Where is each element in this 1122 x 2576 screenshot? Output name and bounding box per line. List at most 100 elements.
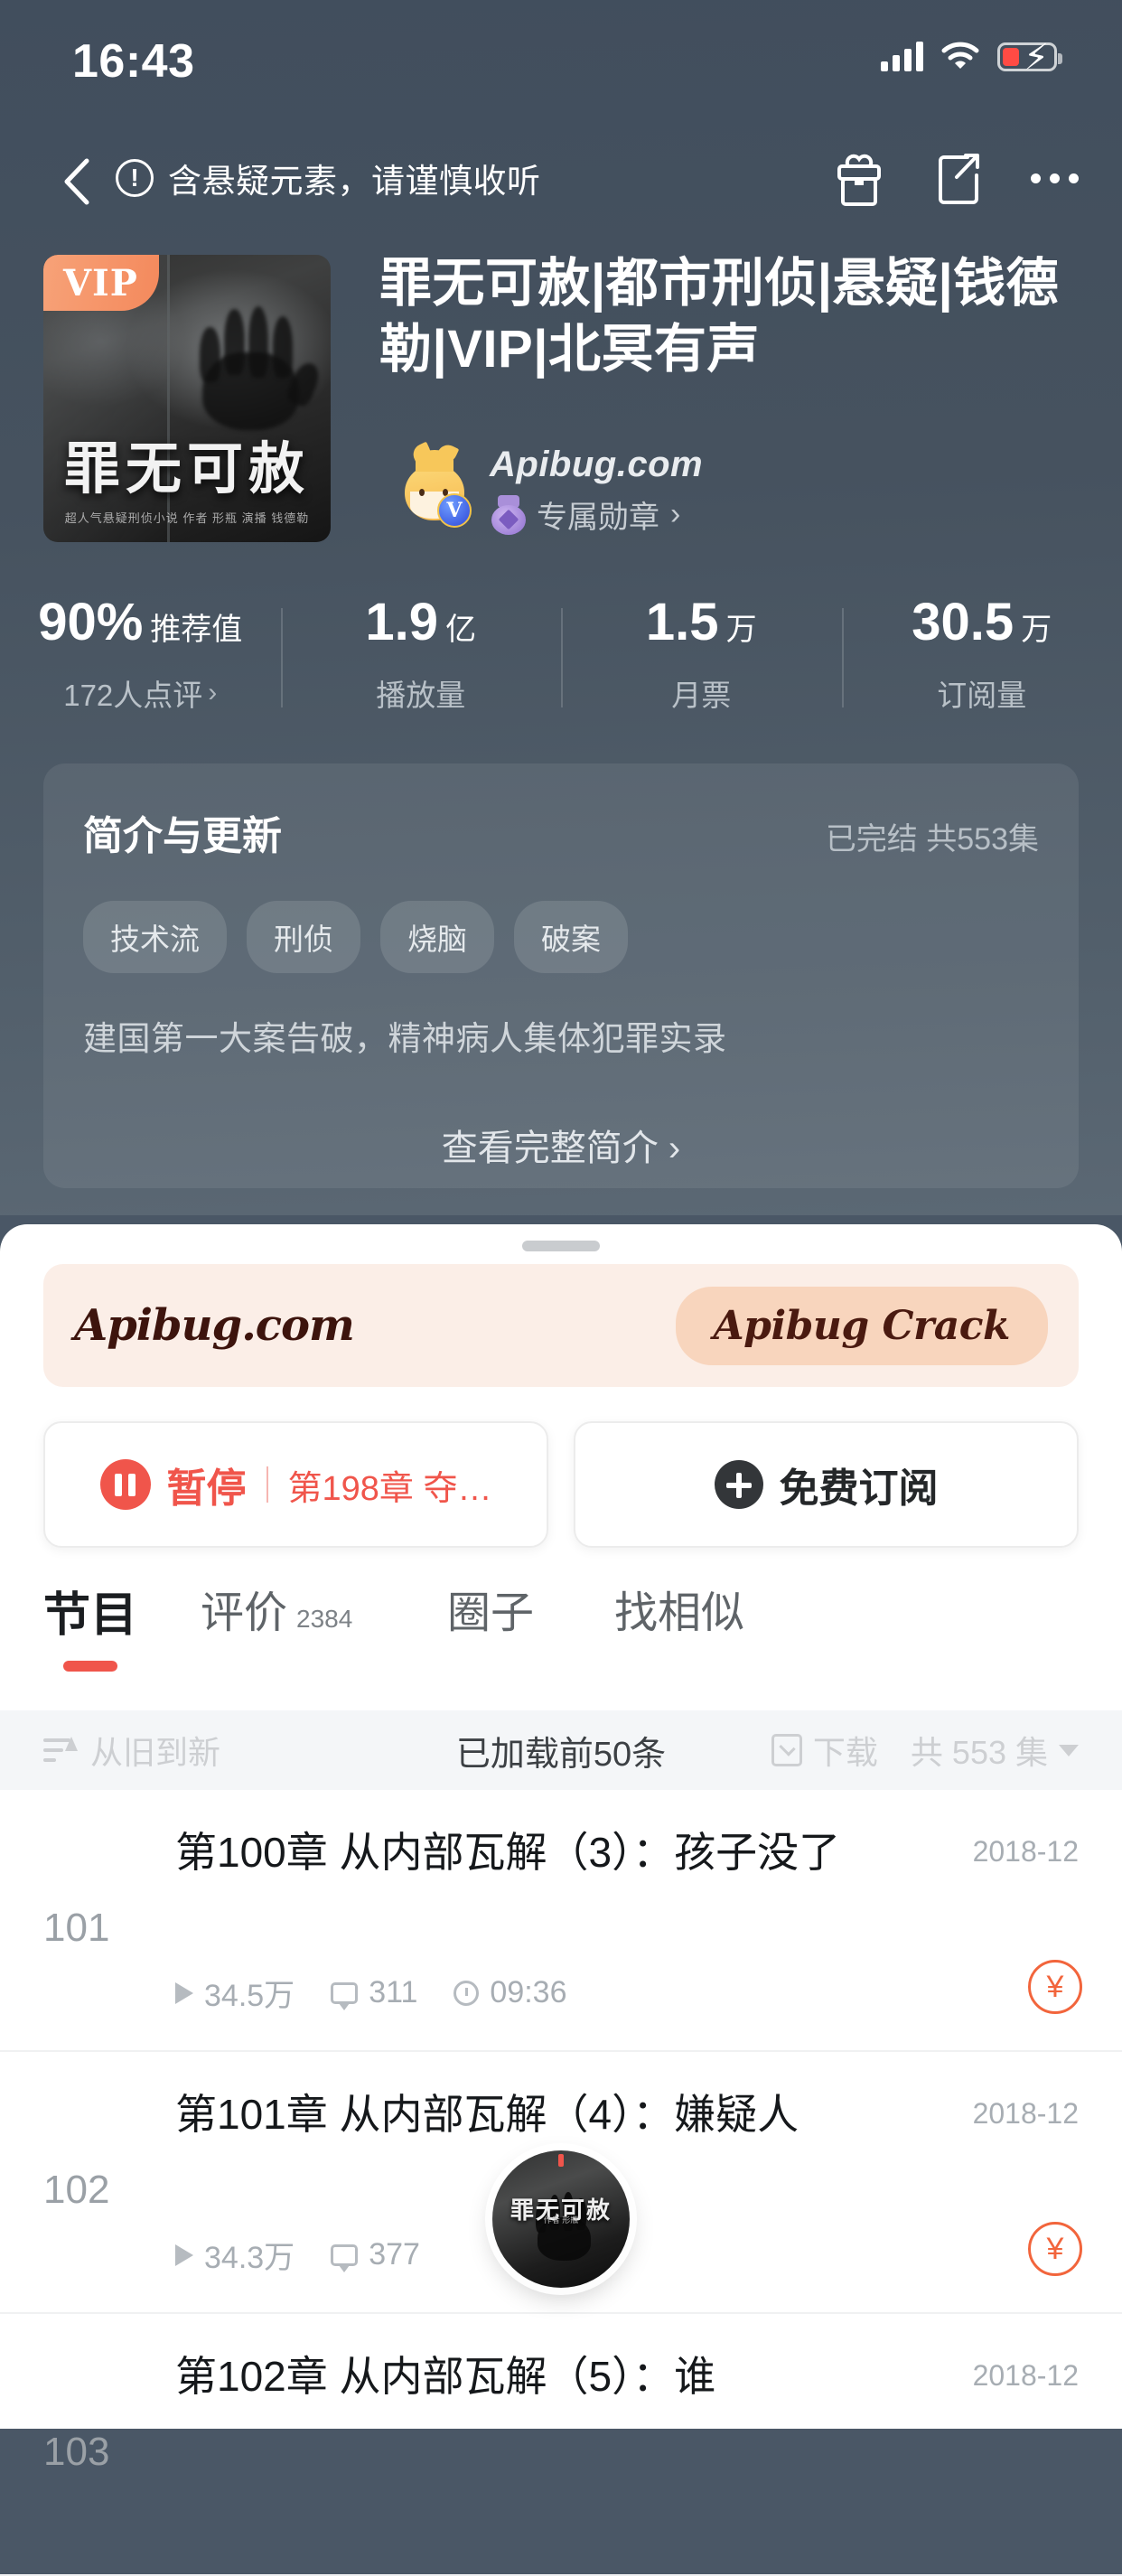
cover-hand-silhouette (192, 306, 313, 433)
back-button[interactable] (43, 146, 114, 217)
episode-date: 2018-12 (973, 2097, 1079, 2131)
stat-unit: 推荐值 (150, 604, 242, 649)
tab-label: 圈子 (447, 1577, 534, 1640)
vip-badge: VIP (43, 255, 159, 311)
episode-title: 第100章 从内部瓦解（3）：孩子没了 (175, 1824, 862, 1880)
pause-label: 暂停 (167, 1456, 247, 1513)
gift-icon[interactable] (832, 148, 886, 208)
subscribe-button[interactable]: 免费订阅 (574, 1421, 1079, 1548)
tab-reviews[interactable]: 评价 2384 (201, 1577, 352, 1640)
stat-plays: 1.9 亿 播放量 (281, 592, 562, 736)
intro-card-title: 简介与更新 (83, 803, 282, 861)
more-dots-icon[interactable] (1031, 148, 1079, 208)
pause-icon (100, 1459, 151, 1510)
view-full-intro-link[interactable]: 查看完整简介 › (0, 1119, 1122, 1171)
sort-order-label: 从旧到新 (90, 1727, 220, 1774)
comment-count-value: 377 (369, 2237, 420, 2272)
stat-value: 1.5 (646, 592, 719, 652)
download-button[interactable]: 下载 (771, 1727, 878, 1774)
download-icon (771, 1734, 802, 1766)
mini-player[interactable]: 罪无可赦 作者 形瓶 (492, 2150, 630, 2288)
play-count-value: 34.5万 (204, 1971, 295, 2015)
comment-icon (331, 2244, 358, 2266)
author-row[interactable]: V Apibug.com 专属勋章 › (399, 445, 703, 537)
chevron-right-icon: › (670, 497, 680, 532)
signal-bars-icon (881, 41, 923, 71)
duration-value: 09:36 (490, 1975, 566, 2010)
episode-meta: 34.3万 377 (175, 2233, 420, 2277)
subscribe-label: 免费订阅 (780, 1456, 939, 1513)
paid-badge: ¥ (1028, 2222, 1082, 2276)
sort-order-button[interactable]: 从旧到新 (43, 1727, 220, 1774)
current-episode-label: 第198章 夺… (288, 1460, 492, 1510)
status-bar: 16:43 ⚡ (0, 0, 1122, 117)
comment-count: 377 (331, 2237, 420, 2272)
mini-player-subtitle: 作者 形瓶 (492, 2214, 630, 2225)
medal-link[interactable]: 专属勋章 › (490, 492, 703, 537)
play-icon (175, 2244, 193, 2266)
episode-title: 第102章 从内部瓦解（5）：谁 (175, 2348, 862, 2404)
tab-label: 评价 (201, 1577, 287, 1640)
chevron-down-icon (1059, 1745, 1079, 1756)
table-row[interactable]: 103 第102章 从内部瓦解（5）：谁 2018-12 (0, 2314, 1122, 2576)
divider (266, 1466, 268, 1503)
chevron-right-icon: › (208, 678, 217, 708)
comment-icon (331, 1982, 358, 2004)
plus-circle-icon (715, 1460, 763, 1509)
tag-item[interactable]: 刑侦 (247, 901, 360, 973)
episode-meta: 34.5万 311 09:36 (175, 1971, 567, 2015)
download-label: 下载 (813, 1727, 878, 1774)
cover-subtitle-text: 超人气悬疑刑侦小说 作者 形瓶 演播 钱德勒 (43, 509, 331, 526)
tag-item[interactable]: 破案 (514, 901, 628, 973)
clock-icon (453, 1981, 479, 2006)
stat-subscribers: 30.5 万 订阅量 (842, 592, 1122, 736)
tag-list: 技术流 刑侦 烧脑 破案 (83, 901, 1039, 973)
tab-programs[interactable]: 节目 (43, 1577, 137, 1644)
stat-unit: 万 (1021, 604, 1052, 649)
episode-index: 101 (43, 1906, 109, 1951)
stat-unit: 万 (726, 604, 757, 649)
tag-item[interactable]: 烧脑 (380, 901, 494, 973)
stat-value: 30.5 (912, 592, 1014, 652)
tab-similar[interactable]: 找相似 (614, 1577, 744, 1640)
tab-label: 节目 (43, 1577, 137, 1644)
share-icon[interactable] (931, 148, 986, 208)
vip-badge-label: VIP (63, 262, 138, 304)
promo-banner[interactable]: Apibug.com Apibug Crack (43, 1264, 1079, 1387)
promo-banner-button[interactable]: Apibug Crack (676, 1287, 1048, 1365)
play-count: 34.3万 (175, 2233, 295, 2277)
action-buttons-row: 暂停 第198章 夺… 免费订阅 (43, 1421, 1079, 1548)
status-bar-icons: ⚡ (881, 41, 1057, 71)
episode-count-selector[interactable]: 共 553 集 (911, 1727, 1079, 1774)
episode-index: 103 (43, 2430, 109, 2475)
medal-label: 专属勋章 (537, 492, 659, 537)
tab-bar: 节目 评价 2384 圈子 找相似 (0, 1577, 1122, 1685)
sheet-drag-handle[interactable] (522, 1241, 600, 1251)
episode-date: 2018-12 (973, 2359, 1079, 2393)
table-row[interactable]: 101 第100章 从内部瓦解（3）：孩子没了 2018-12 34.5万 31… (0, 1790, 1122, 2052)
exclamation-circle-icon: ! (116, 159, 154, 197)
tab-active-indicator (63, 1661, 117, 1672)
author-name[interactable]: Apibug.com (490, 445, 703, 485)
tab-community[interactable]: 圈子 (447, 1577, 534, 1640)
play-count: 34.5万 (175, 1971, 295, 2015)
stat-rating[interactable]: 90% 推荐值 172人点评 › (0, 592, 281, 736)
comment-count-value: 311 (369, 1975, 417, 2010)
stat-label: 月票 (671, 671, 731, 715)
pause-button[interactable]: 暂停 第198章 夺… (43, 1421, 548, 1548)
episode-title: 第101章 从内部瓦解（4）：嫌疑人 (175, 2086, 862, 2142)
content-warning-text: 含悬疑元素，请谨慎收听 (168, 154, 541, 202)
avatar[interactable]: V (399, 455, 470, 526)
intro-description: 建国第一大案告破，精神病人集体犯罪实录 (83, 1011, 1039, 1060)
play-icon (175, 1982, 193, 2004)
loaded-toast: 已加载前50条 (456, 1726, 666, 1775)
stat-value: 1.9 (365, 592, 438, 652)
stats-row: 90% 推荐值 172人点评 › 1.9 亿 播放量 1.5 万 月票 (0, 592, 1122, 736)
stat-monthly-tickets: 1.5 万 月票 (561, 592, 842, 736)
episode-date: 2018-12 (973, 1835, 1079, 1869)
tag-item[interactable]: 技术流 (83, 901, 227, 973)
nav-actions (832, 148, 1079, 208)
duration: 09:36 (453, 1975, 566, 2010)
album-cover[interactable]: 罪无可赦 超人气悬疑刑侦小说 作者 形瓶 演播 钱德勒 VIP (43, 255, 331, 542)
episode-count-label: 共 553 集 (911, 1727, 1048, 1774)
